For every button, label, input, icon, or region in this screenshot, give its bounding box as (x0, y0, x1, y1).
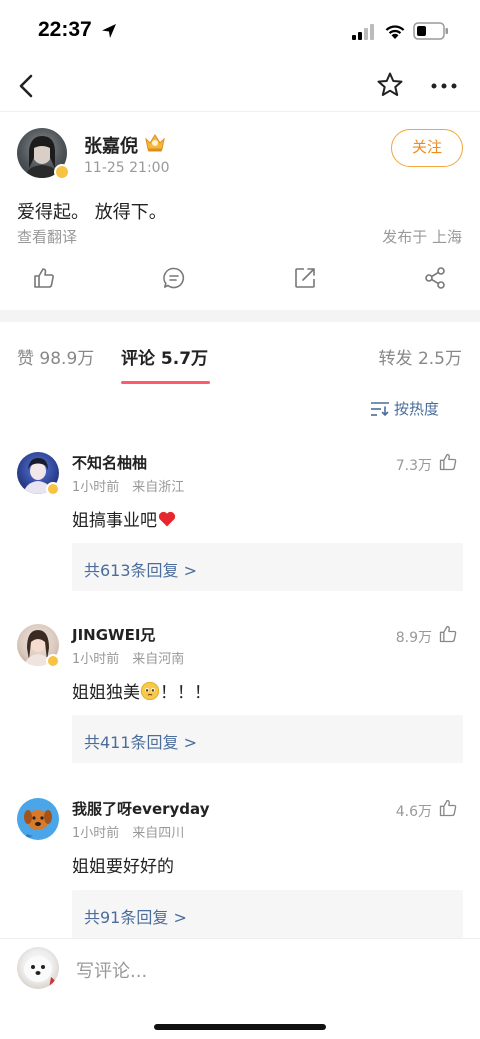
post-location: 发布于 上海 (382, 228, 462, 246)
heart-emoji-icon (158, 511, 176, 527)
tab-comments[interactable]: 评论 5.7万 (121, 344, 208, 369)
comment-meta: 1小时前 来自浙江 (72, 480, 185, 495)
share-icon[interactable] (293, 266, 317, 290)
comment-text: 姐姐独美 ！！！ (72, 678, 211, 703)
comment-item: 不知名柚柚 1小时前 来自浙江 7.3万 姐搞事业吧 共613条回复 > (0, 452, 480, 597)
commenter-name[interactable]: 不知名柚柚 (72, 452, 147, 473)
comment-text: 姐搞事业吧 (72, 506, 177, 531)
sort-icon (371, 402, 389, 417)
tab-reposts[interactable]: 转发 2.5万 (379, 344, 462, 369)
post-time: 11-25 21:00 (84, 160, 170, 176)
comment-icon[interactable] (162, 266, 186, 290)
sort-label: 按热度 (394, 400, 440, 418)
forward-icon[interactable] (423, 266, 447, 290)
star-icon[interactable] (376, 71, 404, 99)
comment-meta: 1小时前 来自四川 (72, 826, 185, 841)
replies-link[interactable]: 共91条回复 > (84, 904, 187, 928)
comment-text-suffix: ！！！ (160, 683, 211, 703)
comment-item: 我服了呀everyday 1小时前 来自四川 4.6万 姐姐要好好的 共91条回… (0, 798, 480, 938)
translate-link[interactable]: 查看翻译 (17, 226, 77, 247)
battery-icon (413, 22, 448, 40)
comment-text: 姐姐要好好的 (72, 857, 174, 877)
pleading-face-emoji-icon (140, 681, 160, 701)
verified-badge-icon (54, 164, 70, 180)
post-action-row (0, 262, 480, 298)
comment-text-content: 姐搞事业吧 (72, 511, 157, 531)
commenter-avatar[interactable] (17, 798, 59, 840)
comment-like-count: 7.3万 (395, 458, 432, 474)
vip-crown-icon (145, 134, 165, 152)
commenter-avatar-image (23, 810, 52, 840)
author-name[interactable]: 张嘉倪 (84, 132, 138, 158)
comment-like-icon[interactable] (438, 798, 458, 818)
comment-item: JINGWEI兄 1小时前 来自河南 8.9万 姐姐独美 ！！！ 共411条回复… (0, 624, 480, 769)
comment-text-content: 姐姐独美 (72, 683, 140, 703)
tab-likes[interactable]: 赞 98.9万 (17, 344, 94, 369)
follow-button[interactable]: 关注 (391, 129, 463, 167)
replies-box[interactable]: 共411条回复 > (72, 715, 463, 763)
tabs: 赞 98.9万 评论 5.7万 转发 2.5万 (0, 322, 480, 386)
status-time: 22:37 (38, 18, 92, 41)
commenter-name[interactable]: JINGWEI兄 (72, 624, 155, 645)
cellular-signal-icon (352, 24, 374, 40)
my-avatar-image (24, 956, 57, 989)
comment-like-icon[interactable] (438, 452, 458, 472)
comment-like-count: 4.6万 (395, 804, 432, 820)
back-icon[interactable] (14, 72, 42, 100)
replies-box[interactable]: 共91条回复 > (72, 890, 463, 938)
section-divider (0, 310, 480, 322)
commenter-name[interactable]: 我服了呀everyday (72, 798, 209, 819)
sort-button[interactable]: 按热度 (370, 396, 462, 422)
comment-like-icon[interactable] (438, 624, 458, 644)
replies-link[interactable]: 共411条回复 > (84, 729, 197, 753)
verified-badge-icon (46, 654, 60, 668)
status-bar: 22:37 (0, 0, 480, 62)
location-arrow-icon (102, 24, 116, 38)
more-icon[interactable] (430, 72, 458, 100)
wifi-icon (385, 25, 405, 39)
verified-badge-icon (46, 482, 60, 496)
post-text: 爱得起。 放得下。 (17, 202, 167, 223)
comment-meta: 1小时前 来自河南 (72, 652, 185, 667)
home-indicator[interactable] (154, 1024, 326, 1030)
my-avatar (17, 947, 59, 989)
comment-like-count: 8.9万 (395, 630, 432, 646)
replies-link[interactable]: 共613条回复 > (84, 557, 197, 581)
comment-input[interactable]: 写评论... (76, 957, 147, 983)
active-tab-indicator (121, 381, 210, 384)
replies-box[interactable]: 共613条回复 > (72, 543, 463, 591)
like-icon[interactable] (32, 266, 56, 290)
nav-bar (0, 62, 480, 112)
bottom-bar: 写评论... (0, 938, 480, 1039)
